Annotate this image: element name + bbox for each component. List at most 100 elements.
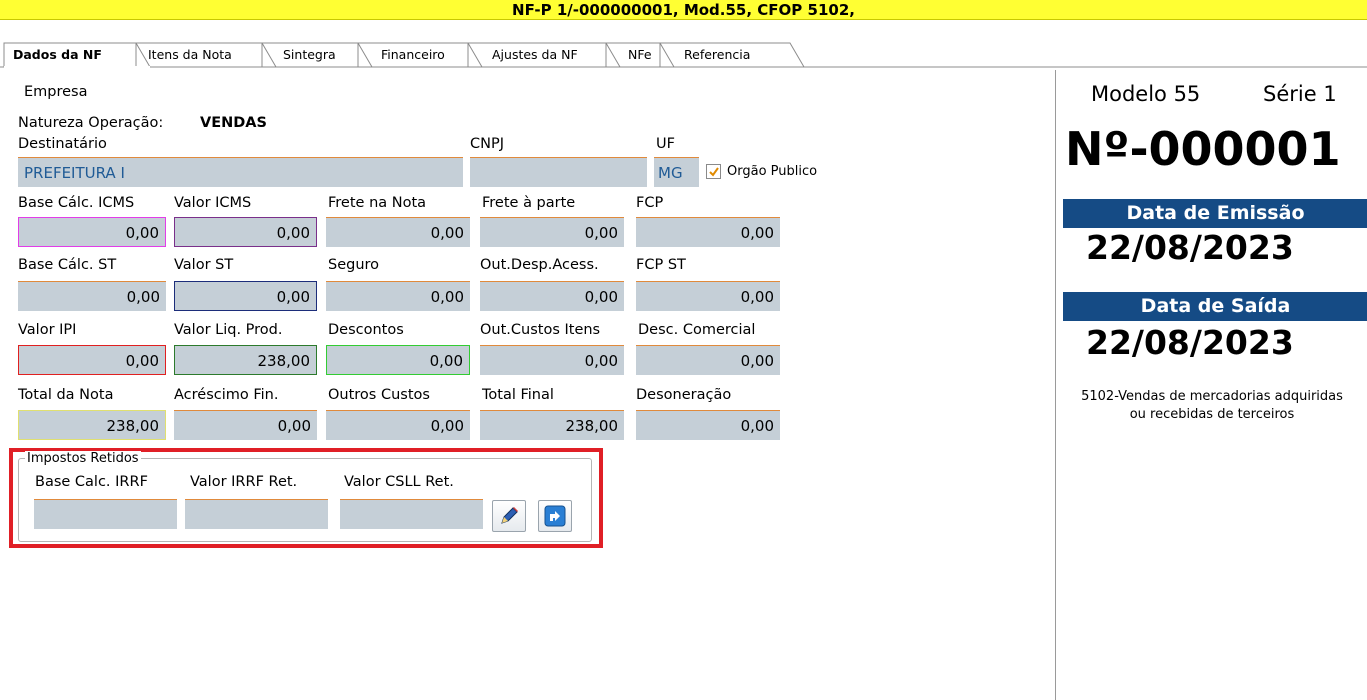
descontos-field[interactable]: 0,00 xyxy=(326,345,470,375)
checkmark-icon xyxy=(709,167,719,177)
data-emissao-bar: Data de Emissão xyxy=(1063,199,1367,228)
frete-a-parte-label: Frete à parte xyxy=(482,195,576,211)
seguro-label: Seguro xyxy=(328,257,380,273)
base-calc-icms-label: Base Cálc. ICMS xyxy=(18,195,135,211)
natureza-value: VENDAS xyxy=(200,115,267,131)
fcp-st-field[interactable]: 0,00 xyxy=(636,281,780,311)
total-da-nota-value: 238,00 xyxy=(106,417,160,435)
tab-referencia[interactable]: Referencia xyxy=(684,47,750,67)
base-calc-icms-field[interactable]: 0,00 xyxy=(18,217,166,247)
orgao-publico-label: Orgão Publico xyxy=(727,164,818,179)
total-da-nota-field[interactable]: 238,00 xyxy=(18,410,166,440)
cfop-description-line2: ou recebidas de terceiros xyxy=(1129,407,1295,422)
valor-csll-ret-label: Valor CSLL Ret. xyxy=(344,474,454,490)
out-desp-acess-field[interactable]: 0,00 xyxy=(480,281,624,311)
base-calc-irrf-field[interactable] xyxy=(34,499,177,529)
tab-ajustes-da-nf[interactable]: Ajustes da NF xyxy=(492,47,578,67)
desc-comercial-field[interactable]: 0,00 xyxy=(636,345,780,375)
cnpj-label: CNPJ xyxy=(470,136,504,152)
tab-nfe[interactable]: NFe xyxy=(628,47,652,67)
seguro-field[interactable]: 0,00 xyxy=(326,281,470,311)
valor-irrf-ret-label: Valor IRRF Ret. xyxy=(190,474,298,490)
outros-custos-value: 0,00 xyxy=(430,417,464,435)
out-desp-acess-value: 0,00 xyxy=(584,288,618,306)
out-desp-acess-label: Out.Desp.Acess. xyxy=(480,257,599,273)
valor-icms-field[interactable]: 0,00 xyxy=(174,217,317,247)
data-saida-value: 22/08/2023 xyxy=(1086,323,1294,362)
out-custos-itens-field[interactable]: 0,00 xyxy=(480,345,624,375)
side-panel: Modelo 55 Série 1 Nº-000001 Data de Emis… xyxy=(1055,70,1367,700)
tab-financeiro[interactable]: Financeiro xyxy=(381,47,445,67)
uf-label: UF xyxy=(656,136,675,152)
out-custos-itens-label: Out.Custos Itens xyxy=(480,322,601,338)
valor-csll-ret-field[interactable] xyxy=(340,499,483,529)
fcp-field[interactable]: 0,00 xyxy=(636,217,780,247)
base-calc-st-label: Base Cálc. ST xyxy=(18,257,117,273)
frete-na-nota-value: 0,00 xyxy=(430,224,464,242)
valor-ipi-label: Valor IPI xyxy=(18,322,77,338)
modelo-text: Modelo 55 xyxy=(1091,82,1201,106)
desoneracao-field[interactable]: 0,00 xyxy=(636,410,780,440)
valor-liq-prod-value: 238,00 xyxy=(257,352,311,370)
tab-itens-da-nota[interactable]: Itens da Nota xyxy=(148,47,232,67)
base-calc-st-field[interactable]: 0,00 xyxy=(18,281,166,311)
valor-st-field[interactable]: 0,00 xyxy=(174,281,317,311)
valor-st-label: Valor ST xyxy=(174,257,234,273)
uf-value: MG xyxy=(658,164,683,182)
valor-liq-prod-field[interactable]: 238,00 xyxy=(174,345,317,375)
refresh-button[interactable] xyxy=(538,500,572,532)
base-calc-icms-value: 0,00 xyxy=(125,224,159,242)
valor-liq-prod-label: Valor Liq. Prod. xyxy=(174,322,283,338)
desc-comercial-value: 0,00 xyxy=(740,352,774,370)
acrescimo-fin-label: Acréscimo Fin. xyxy=(174,387,279,403)
desoneracao-value: 0,00 xyxy=(740,417,774,435)
window-title: NF-P 1/-000000001, Mod.55, CFOP 5102, xyxy=(512,1,855,19)
window-title-bar: NF-P 1/-000000001, Mod.55, CFOP 5102, xyxy=(0,0,1367,20)
valor-irrf-ret-field[interactable] xyxy=(185,499,328,529)
descontos-label: Descontos xyxy=(328,322,404,338)
total-final-label: Total Final xyxy=(482,387,554,403)
destinatario-value: PREFEITURA I xyxy=(24,164,125,182)
seguro-value: 0,00 xyxy=(430,288,464,306)
uf-field[interactable]: MG xyxy=(654,157,699,187)
pencil-icon xyxy=(501,507,518,524)
acrescimo-fin-value: 0,00 xyxy=(277,417,311,435)
valor-ipi-field[interactable]: 0,00 xyxy=(18,345,166,375)
cfop-description-line1: 5102-Vendas de mercadorias adquiridas xyxy=(1081,389,1343,404)
valor-icms-value: 0,00 xyxy=(276,224,310,242)
valor-ipi-value: 0,00 xyxy=(125,352,159,370)
frete-a-parte-field[interactable]: 0,00 xyxy=(480,217,624,247)
total-da-nota-label: Total da Nota xyxy=(18,387,114,403)
data-emissao-value: 22/08/2023 xyxy=(1086,228,1294,267)
fcp-st-value: 0,00 xyxy=(740,288,774,306)
natureza-label: Natureza Operação: xyxy=(18,115,164,131)
out-custos-itens-value: 0,00 xyxy=(584,352,618,370)
destinatario-label: Destinatário xyxy=(18,136,107,152)
frete-na-nota-label: Frete na Nota xyxy=(328,195,427,211)
tab-strip: Dados da NF Itens da Nota Sintegra Finan… xyxy=(0,20,1367,68)
fcp-st-label: FCP ST xyxy=(636,257,686,273)
refresh-arrow-icon xyxy=(544,505,566,527)
cnpj-field[interactable] xyxy=(470,157,647,187)
orgao-publico-checkbox[interactable] xyxy=(706,164,721,179)
edit-button[interactable] xyxy=(492,500,526,532)
frete-na-nota-field[interactable]: 0,00 xyxy=(326,217,470,247)
frete-a-parte-value: 0,00 xyxy=(584,224,618,242)
fcp-value: 0,00 xyxy=(740,224,774,242)
total-final-field[interactable]: 238,00 xyxy=(480,410,624,440)
acrescimo-fin-field[interactable]: 0,00 xyxy=(174,410,317,440)
outros-custos-label: Outros Custos xyxy=(328,387,430,403)
tab-dados-da-nf[interactable]: Dados da NF xyxy=(13,47,102,67)
impostos-retidos-title: Impostos Retidos xyxy=(25,451,141,466)
fcp-label: FCP xyxy=(636,195,664,211)
numero-nota: Nº-000001 xyxy=(1065,122,1341,176)
valor-st-value: 0,00 xyxy=(276,288,310,306)
valor-icms-label: Valor ICMS xyxy=(174,195,252,211)
destinatario-field[interactable]: PREFEITURA I xyxy=(18,157,463,187)
desoneracao-label: Desoneração xyxy=(636,387,732,403)
data-saida-bar: Data de Saída xyxy=(1063,292,1367,321)
outros-custos-field[interactable]: 0,00 xyxy=(326,410,470,440)
serie-text: Série 1 xyxy=(1263,82,1337,106)
tab-sintegra[interactable]: Sintegra xyxy=(283,47,336,67)
total-final-value: 238,00 xyxy=(565,417,619,435)
